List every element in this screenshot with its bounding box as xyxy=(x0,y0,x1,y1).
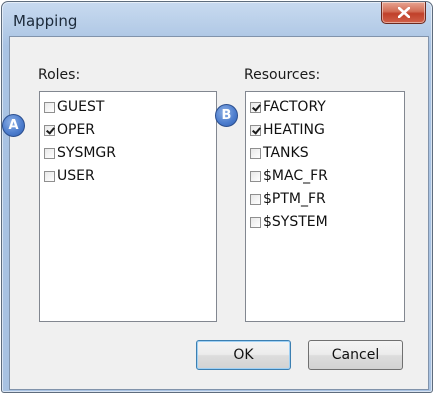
roles-label: Roles: xyxy=(38,67,81,83)
ok-button[interactable]: OK xyxy=(196,340,291,370)
dialog-client-area: Roles: Resources: GUEST OPER SYSMGR USER xyxy=(9,36,429,390)
close-icon xyxy=(398,7,410,18)
resource-label: $PTM_FR xyxy=(263,191,326,207)
resource-item-ptm-fr[interactable]: $PTM_FR xyxy=(250,189,326,209)
role-item-user[interactable]: USER xyxy=(44,166,95,186)
resource-label: FACTORY xyxy=(263,99,326,115)
callout-marker-a: A xyxy=(2,114,25,137)
resource-item-tanks[interactable]: TANKS xyxy=(250,143,309,163)
roles-listbox[interactable]: GUEST OPER SYSMGR USER xyxy=(39,91,217,322)
title-bar[interactable]: Mapping xyxy=(2,2,432,38)
role-label: OPER xyxy=(57,122,96,138)
resource-label: TANKS xyxy=(263,145,309,161)
resource-item-factory[interactable]: FACTORY xyxy=(250,97,326,117)
resources-listbox[interactable]: FACTORY HEATING TANKS $MAC_FR $PTM_FR $S… xyxy=(245,91,405,322)
role-label: USER xyxy=(57,168,95,184)
resource-label: HEATING xyxy=(263,122,325,138)
role-item-oper[interactable]: OPER xyxy=(44,120,95,140)
role-sysmgr-checkbox[interactable] xyxy=(44,147,55,159)
resource-item-system[interactable]: $SYSTEM xyxy=(250,212,328,232)
resource-mac-fr-checkbox[interactable] xyxy=(250,170,261,182)
resource-tanks-checkbox[interactable] xyxy=(250,147,261,159)
resource-item-mac-fr[interactable]: $MAC_FR xyxy=(250,166,328,186)
resource-label: $SYSTEM xyxy=(263,214,328,230)
resource-heating-checkbox[interactable] xyxy=(250,124,261,136)
role-item-sysmgr[interactable]: SYSMGR xyxy=(44,143,116,163)
resource-factory-checkbox[interactable] xyxy=(250,101,261,113)
role-guest-checkbox[interactable] xyxy=(44,101,55,113)
mapping-dialog: Mapping Roles: Resources: GUEST OPER SYS… xyxy=(1,1,433,393)
resource-item-heating[interactable]: HEATING xyxy=(250,120,325,140)
role-user-checkbox[interactable] xyxy=(44,170,55,182)
role-item-guest[interactable]: GUEST xyxy=(44,97,104,117)
cancel-button[interactable]: Cancel xyxy=(308,340,403,370)
role-label: SYSMGR xyxy=(57,145,116,161)
resource-ptm-fr-checkbox[interactable] xyxy=(250,193,261,205)
resources-label: Resources: xyxy=(244,67,321,83)
close-button[interactable] xyxy=(381,2,426,24)
resource-label: $MAC_FR xyxy=(263,168,328,184)
resource-system-checkbox[interactable] xyxy=(250,216,261,228)
role-oper-checkbox[interactable] xyxy=(44,124,55,136)
callout-marker-b: B xyxy=(215,104,238,127)
dialog-title: Mapping xyxy=(13,12,78,30)
role-label: GUEST xyxy=(57,99,105,115)
